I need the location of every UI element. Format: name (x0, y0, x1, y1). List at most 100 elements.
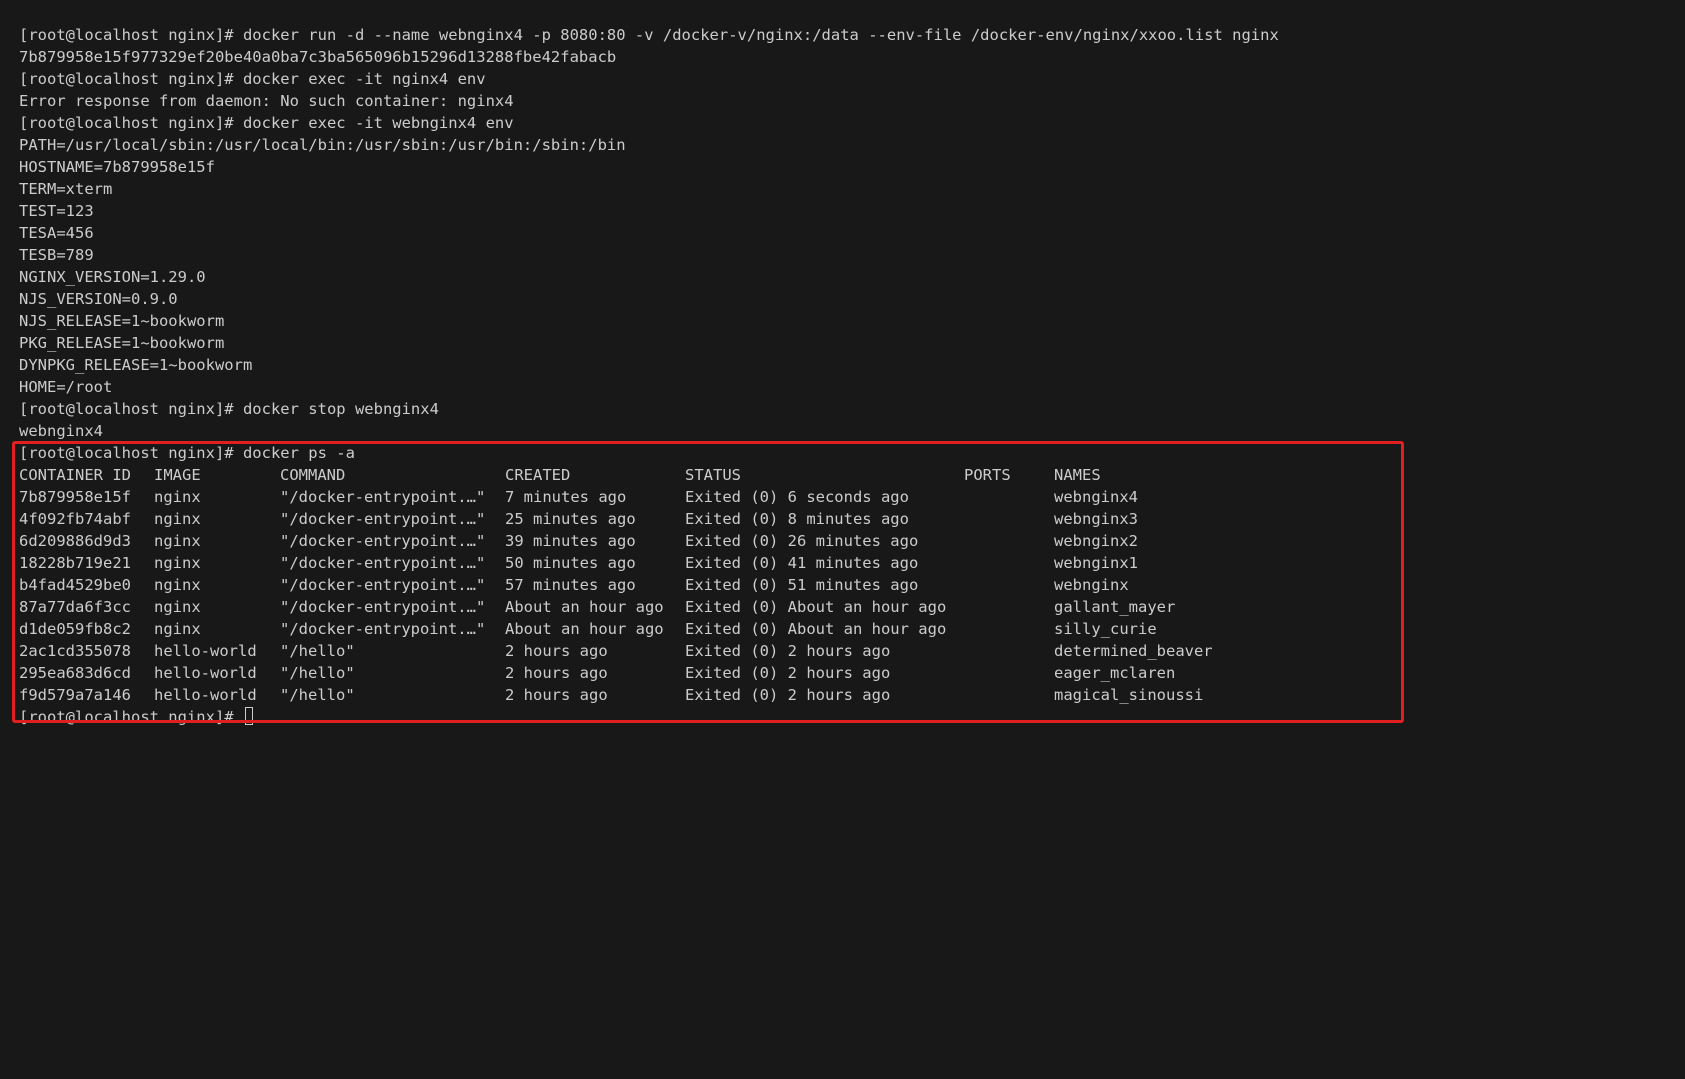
text-cursor (244, 707, 253, 725)
cell-image: nginx (154, 598, 201, 616)
terminal-line: HOME=/root (19, 378, 113, 396)
cell-created: 2 hours ago (505, 664, 608, 682)
terminal-line: HOSTNAME=7b879958e15f (19, 158, 215, 176)
terminal-line: 7b879958e15f977329ef20be40a0ba7c3ba56509… (19, 48, 617, 66)
terminal-line: [root@localhost nginx]# docker exec -it … (19, 70, 486, 88)
cell-created: 2 hours ago (505, 686, 608, 704)
table-row: 4f092fb74abf nginx "/docker-entrypoint.…" 2… (19, 508, 1685, 530)
terminal-window[interactable]: [root@localhost nginx]# docker run -d --… (0, 0, 1685, 1079)
table-row: 87a77da6f3cc nginx "/docker-entrypoint.…" A… (19, 596, 1685, 618)
table-row: b4fad4529be0 nginx "/docker-entrypoint.…" 5… (19, 574, 1685, 596)
cell-container-id: b4fad4529be0 (19, 576, 131, 594)
terminal-line: webnginx4 (19, 422, 103, 440)
cell-command: "/docker-entrypoint.…" (280, 620, 486, 638)
terminal-line: NJS_RELEASE=1~bookworm (19, 312, 225, 330)
cell-command: "/hello" (280, 686, 355, 704)
cell-image: hello-world (154, 664, 257, 682)
cell-status: Exited (0) 2 hours ago (685, 642, 891, 660)
table-row: 18228b719e21 nginx "/docker-entrypoint.…" 5… (19, 552, 1685, 574)
header-container-id: CONTAINER ID (19, 466, 131, 484)
terminal-line: TESA=456 (19, 224, 94, 242)
cell-command: "/docker-entrypoint.…" (280, 554, 486, 572)
cell-status: Exited (0) 2 hours ago (685, 686, 891, 704)
cell-names: magical_sinoussi (1054, 686, 1204, 704)
cell-created: 57 minutes ago (505, 576, 636, 594)
cell-status: Exited (0) 6 seconds ago (685, 488, 909, 506)
cell-status: Exited (0) 41 minutes ago (685, 554, 919, 572)
cell-names: eager_mclaren (1054, 664, 1176, 682)
cell-created: About an hour ago (505, 620, 664, 638)
header-command: COMMAND (280, 466, 346, 484)
table-row: 295ea683d6cd hello-world "/hello" 2 hours a… (19, 662, 1685, 684)
cell-created: 39 minutes ago (505, 532, 636, 550)
cell-created: 25 minutes ago (505, 510, 636, 528)
cell-names: webnginx4 (1054, 488, 1138, 506)
cell-status: Exited (0) 26 minutes ago (685, 532, 919, 550)
header-status: STATUS (685, 466, 741, 484)
cell-container-id: 2ac1cd355078 (19, 642, 131, 660)
cell-command: "/docker-entrypoint.…" (280, 510, 486, 528)
cell-image: nginx (154, 532, 201, 550)
cell-created: About an hour ago (505, 598, 664, 616)
cell-command: "/hello" (280, 664, 355, 682)
table-header-row: CONTAINER ID IMAGE COMMAND CREATED STATU… (19, 464, 1685, 486)
cell-names: webnginx3 (1054, 510, 1138, 528)
cell-container-id: 6d209886d9d3 (19, 532, 131, 550)
cell-container-id: f9d579a7a146 (19, 686, 131, 704)
cell-container-id: d1de059fb8c2 (19, 620, 131, 638)
terminal-line: PKG_RELEASE=1~bookworm (19, 334, 225, 352)
cell-command: "/hello" (280, 642, 355, 660)
terminal-line: TERM=xterm (19, 180, 113, 198)
cell-image: hello-world (154, 686, 257, 704)
cell-container-id: 7b879958e15f (19, 488, 131, 506)
terminal-line: PATH=/usr/local/sbin:/usr/local/bin:/usr… (19, 136, 626, 154)
terminal-line: [root@localhost nginx]# docker exec -it … (19, 114, 514, 132)
table-row: 2ac1cd355078 hello-world "/hello" 2 hours a… (19, 640, 1685, 662)
header-created: CREATED (505, 466, 571, 484)
table-row: 7b879958e15f nginx "/docker-entrypoint.…" 7… (19, 486, 1685, 508)
prompt-text: [root@localhost nginx]# (19, 708, 234, 726)
terminal-line: NGINX_VERSION=1.29.0 (19, 268, 206, 286)
cell-created: 7 minutes ago (505, 488, 627, 506)
cell-status: Exited (0) About an hour ago (685, 620, 947, 638)
cell-container-id: 4f092fb74abf (19, 510, 131, 528)
cell-image: nginx (154, 488, 201, 506)
table-row: 6d209886d9d3 nginx "/docker-entrypoint.…" 3… (19, 530, 1685, 552)
header-ports: PORTS (964, 466, 1011, 484)
cell-command: "/docker-entrypoint.…" (280, 532, 486, 550)
cell-image: nginx (154, 554, 201, 572)
table-body: 7b879958e15f nginx "/docker-entrypoint.…" 7… (19, 486, 1685, 706)
terminal-line: TESB=789 (19, 246, 94, 264)
cell-status: Exited (0) 8 minutes ago (685, 510, 909, 528)
terminal-line: TEST=123 (19, 202, 94, 220)
container-table: CONTAINER ID IMAGE COMMAND CREATED STATU… (19, 464, 1685, 706)
terminal-line: [root@localhost nginx]# docker run -d --… (19, 26, 1279, 44)
cell-command: "/docker-entrypoint.…" (280, 576, 486, 594)
cell-container-id: 87a77da6f3cc (19, 598, 131, 616)
table-row: d1de059fb8c2 nginx "/docker-entrypoint.…" A… (19, 618, 1685, 640)
cell-names: webnginx2 (1054, 532, 1138, 550)
cell-status: Exited (0) About an hour ago (685, 598, 947, 616)
cell-created: 2 hours ago (505, 642, 608, 660)
terminal-line: DYNPKG_RELEASE=1~bookworm (19, 356, 253, 374)
cell-status: Exited (0) 2 hours ago (685, 664, 891, 682)
terminal-line: Error response from daemon: No such cont… (19, 92, 514, 110)
table-row: f9d579a7a146 hello-world "/hello" 2 hours a… (19, 684, 1685, 706)
terminal-output-history: [root@localhost nginx]# docker run -d --… (19, 24, 1685, 442)
cell-names: webnginx (1054, 576, 1129, 594)
header-image: IMAGE (154, 466, 201, 484)
cell-image: nginx (154, 576, 201, 594)
cell-image: nginx (154, 620, 201, 638)
cell-names: determined_beaver (1054, 642, 1213, 660)
cell-created: 50 minutes ago (505, 554, 636, 572)
ps-command-line: [root@localhost nginx]# docker ps -a (19, 444, 355, 462)
cell-status: Exited (0) 51 minutes ago (685, 576, 919, 594)
cell-container-id: 295ea683d6cd (19, 664, 131, 682)
cell-image: hello-world (154, 642, 257, 660)
final-prompt-line[interactable]: [root@localhost nginx]# (19, 706, 1685, 728)
cell-command: "/docker-entrypoint.…" (280, 598, 486, 616)
cell-names: webnginx1 (1054, 554, 1138, 572)
cell-image: nginx (154, 510, 201, 528)
terminal-line: [root@localhost nginx]# docker stop webn… (19, 400, 439, 418)
terminal-line: NJS_VERSION=0.9.0 (19, 290, 178, 308)
